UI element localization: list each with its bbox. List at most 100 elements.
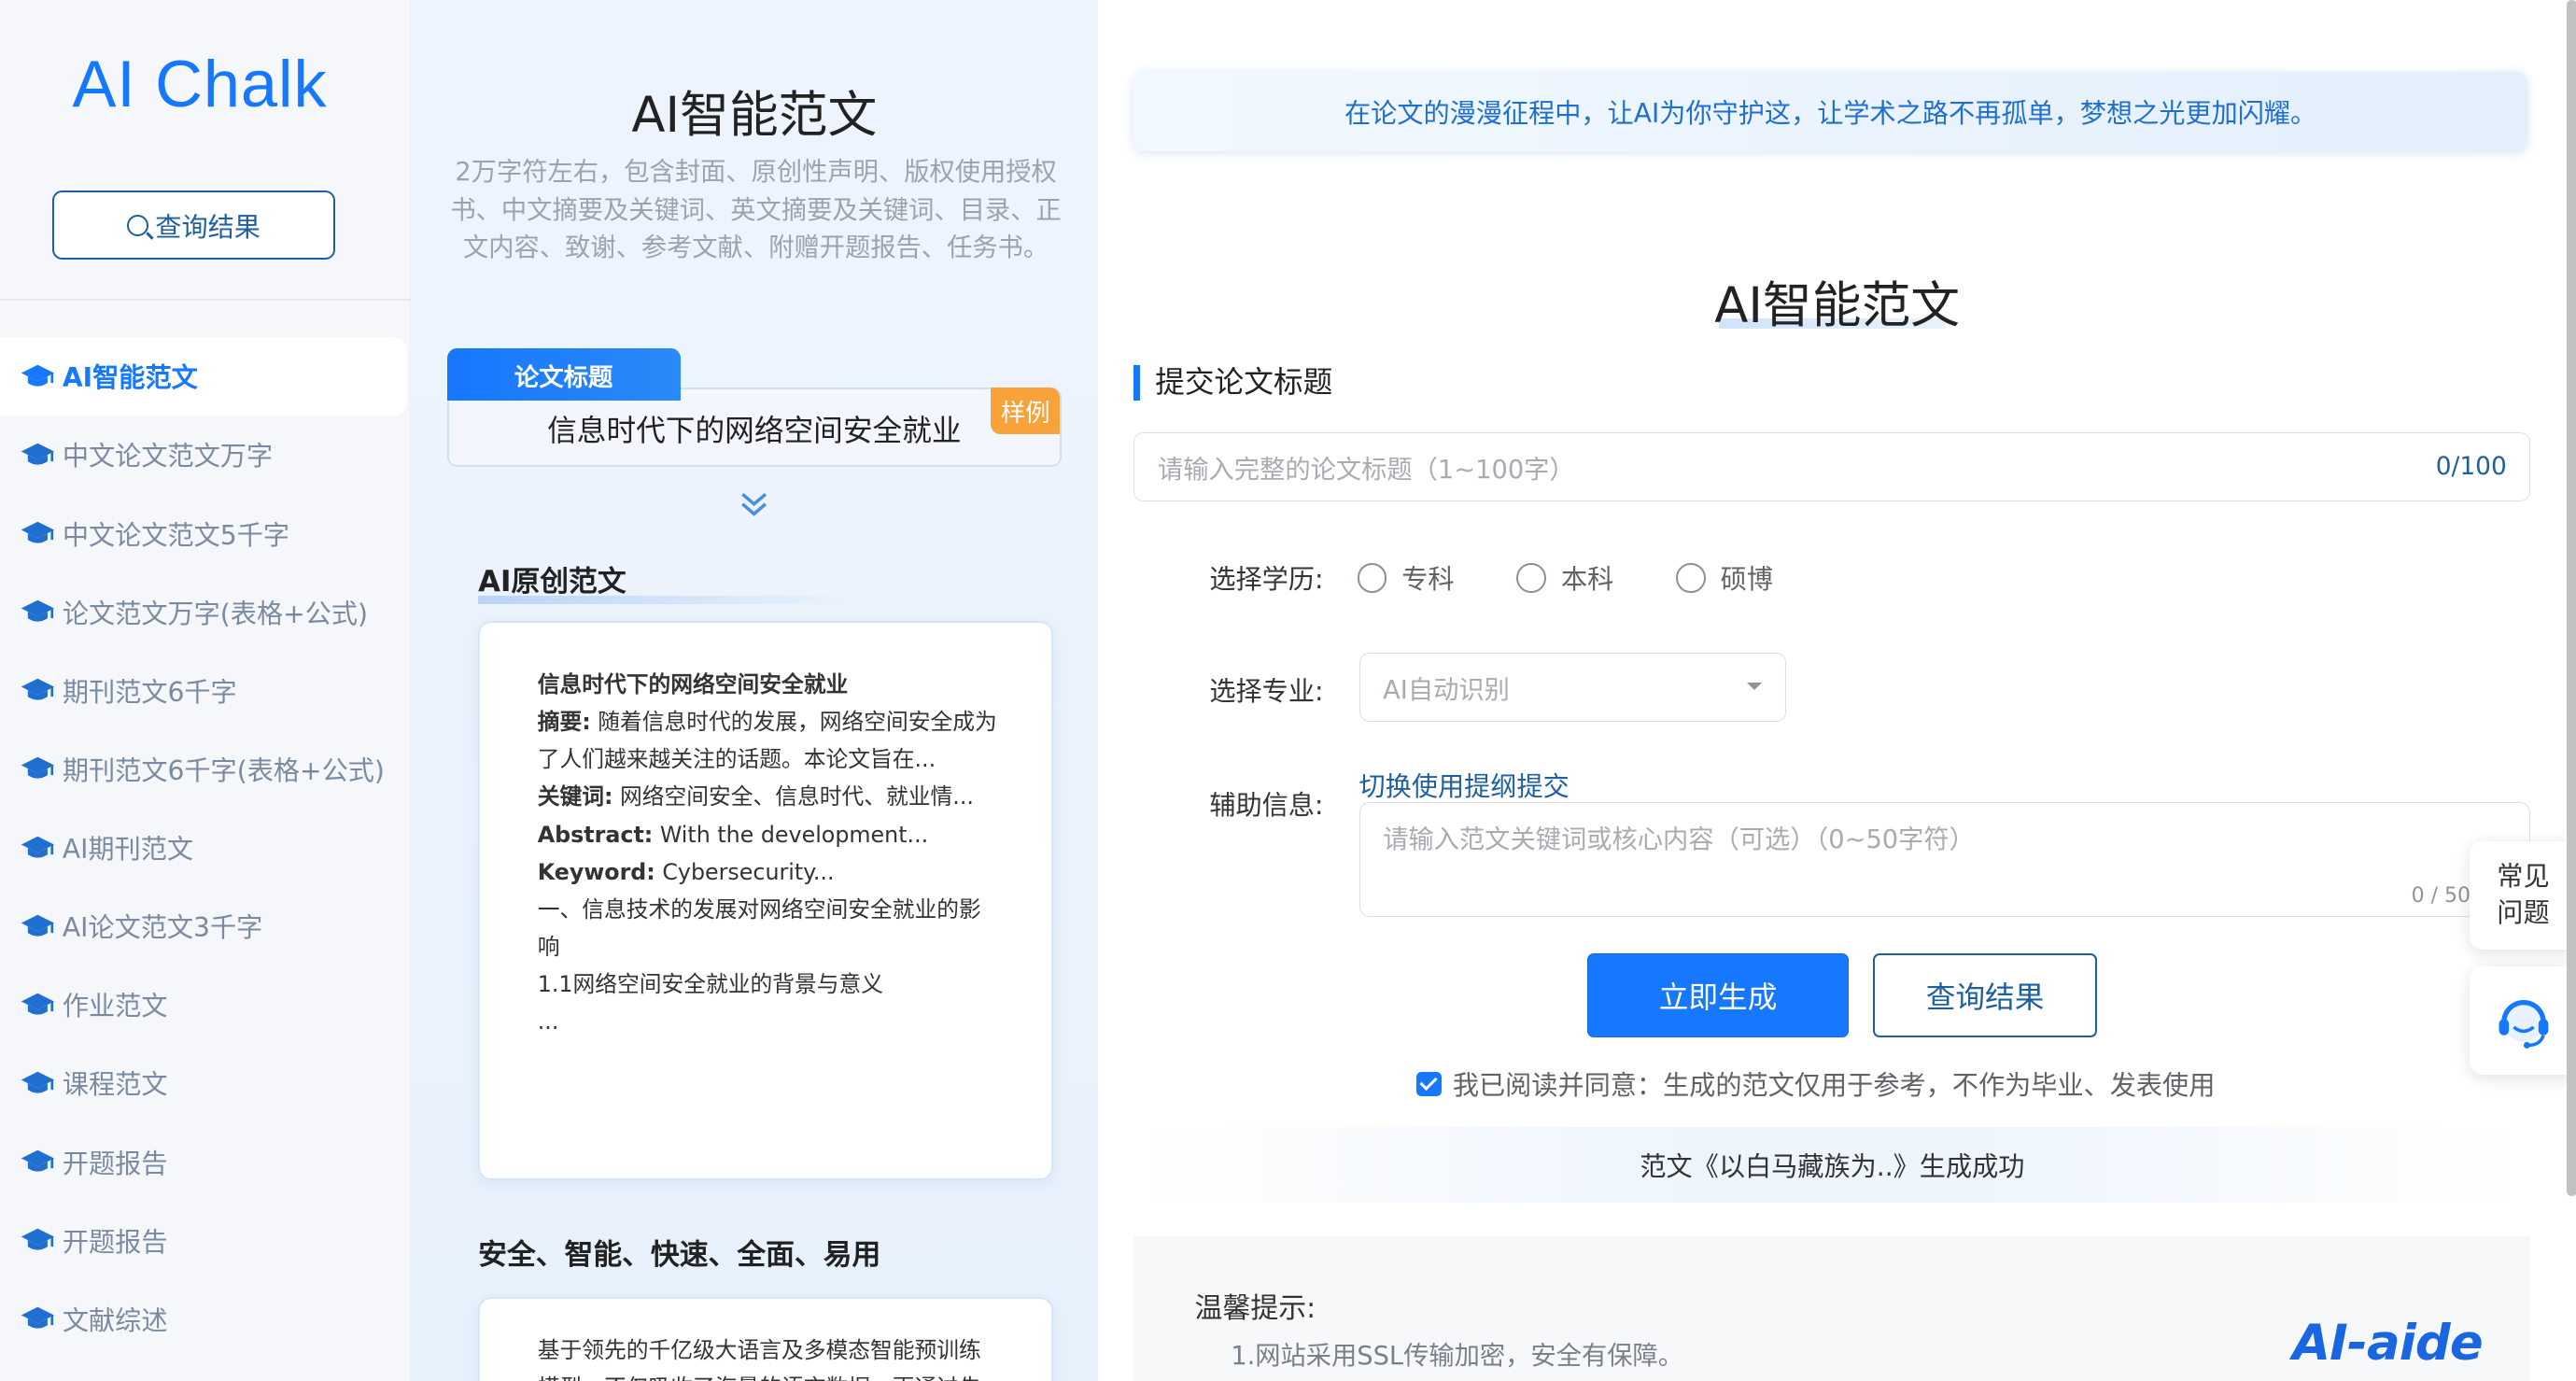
sidebar-item[interactable]: AI论文范文3千字: [0, 887, 411, 965]
brand-logo: AI-aide: [2292, 1315, 2483, 1372]
tips-item: 1.网站采用SSL传输加密，安全有保障。: [1231, 1342, 1684, 1372]
graduation-cap-icon: [21, 521, 55, 543]
switch-outline-link[interactable]: 切换使用提纲提交: [1359, 766, 1570, 804]
banner: 在论文的漫漫征程中，让AI为你守护这，让学术之路不再孤单，梦想之光更加闪耀。: [1133, 72, 2527, 151]
sidebar-query-label: 查询结果: [155, 211, 260, 243]
sidebar-item[interactable]: 中文论文范文万字: [0, 416, 411, 494]
customer-service-button[interactable]: [2470, 965, 2576, 1076]
section-title-original: AI原创范文: [478, 557, 856, 604]
sidebar-item[interactable]: 文献综述: [0, 1279, 411, 1358]
graduation-cap-icon: [21, 914, 55, 937]
sidebar-item-label: 文献综述: [62, 1304, 168, 1336]
aux-textarea-placeholder: 请输入范文关键词或核心内容（可选）（0~50字符）: [1383, 824, 1975, 854]
agreement: 我已阅读并同意：生成的范文仅用于参考，不作为毕业、发表使用: [1416, 1064, 2215, 1103]
sample-title: 信息时代下的网络空间安全就业: [537, 671, 849, 698]
topic-text: 信息时代下的网络空间安全就业: [547, 415, 962, 449]
sidebar-item[interactable]: 开题报告: [0, 1201, 411, 1279]
major-select[interactable]: AI自动识别: [1358, 652, 1787, 722]
main-form: 在论文的漫漫征程中，让AI为你守护这，让学术之路不再孤单，梦想之光更加闪耀。 A…: [1097, 0, 2576, 1381]
sidebar-item[interactable]: 中文论文范文5千字: [0, 494, 411, 572]
sidebar-item[interactable]: 期刊范文6千字: [0, 651, 411, 729]
sidebar-item-label: 期刊范文6千字: [62, 676, 237, 708]
chevron-down-icon: [741, 493, 767, 517]
sample-card: 信息时代下的网络空间安全就业 摘要: 随着信息时代的发展，网络空间安全成为了人们…: [478, 621, 1054, 1180]
graduation-cap-icon: [21, 1228, 55, 1250]
query-result-button[interactable]: 查询结果: [1873, 952, 2097, 1037]
education-radio-group: 专科 本科 硕博: [1357, 558, 1836, 597]
education-radio-label: 专科: [1401, 564, 1455, 596]
sidebar-query-button[interactable]: 查询结果: [52, 190, 336, 261]
graduation-cap-icon: [21, 1071, 55, 1093]
sample-keyword-en: Keyword: Cybersecurity...: [537, 858, 835, 885]
divider: [0, 299, 411, 302]
aux-textarea-counter: 0 / 50: [2411, 884, 2471, 909]
logo: AI Chalk: [72, 47, 328, 121]
aux-label: 辅助信息:: [1209, 789, 1324, 821]
graduation-cap-icon: [21, 364, 55, 387]
graduation-cap-icon: [21, 757, 55, 780]
aux-textarea[interactable]: 请输入范文关键词或核心内容（可选）（0~50字符） 0 / 50: [1358, 801, 2531, 918]
sidebar-item-label: 中文论文范文5千字: [62, 519, 290, 551]
sample-abstract-en: Abstract: With the development...: [537, 821, 929, 848]
success-notice: 范文《以白马藏族为..》生成成功: [1133, 1127, 2531, 1204]
intro-panel: AI智能范文 2万字符左右，包含封面、原创性声明、版权使用授权书、中文摘要及关键…: [411, 0, 1098, 1381]
section-subtitle: 提交论文标题: [1133, 364, 1332, 402]
sample-abstract: 摘要: 随着信息时代的发展，网络空间安全成为了人们越来越关注的话题。本论文旨在.…: [537, 709, 997, 773]
caret-down-icon: [1747, 683, 1763, 690]
generate-button[interactable]: 立即生成: [1587, 952, 1849, 1037]
graduation-cap-icon: [21, 1307, 55, 1329]
sidebar-item[interactable]: 论文范文万字(表格+公式): [0, 572, 411, 651]
faq-float-button[interactable]: 常见 问题: [2470, 841, 2576, 951]
search-icon: [127, 214, 149, 236]
radio-circle-icon: [1676, 563, 1706, 593]
radio-circle-icon: [1357, 563, 1387, 593]
graduation-cap-icon: [21, 443, 55, 465]
faq-line-1: 常见: [2497, 861, 2550, 893]
sidebar-item[interactable]: 开题报告: [0, 1122, 411, 1201]
sidebar-item[interactable]: AI期刊范文: [0, 809, 411, 887]
agree-text: 我已阅读并同意：生成的范文仅用于参考，不作为毕业、发表使用: [1452, 1070, 2216, 1102]
agree-checkbox[interactable]: [1416, 1071, 1442, 1097]
feature-card: 基于领先的千亿级大语言及多模态智能预训练模型，不仅吸收了海量的语言数据，更通过先: [478, 1296, 1054, 1381]
education-radio[interactable]: 硕博: [1676, 558, 1773, 597]
sidebar-item[interactable]: 期刊范文6千字(表格+公式): [0, 729, 411, 808]
sample-badge: 样例: [991, 388, 1061, 434]
intro-description: 2万字符左右，包含封面、原创性声明、版权使用授权书、中文摘要及关键词、英文摘要及…: [450, 158, 1062, 263]
intro-title: AI智能范文: [631, 86, 878, 144]
sample-heading-1: 一、信息技术的发展对网络空间安全就业的影响: [537, 895, 981, 960]
sidebar-item-label: 课程范文: [62, 1069, 168, 1101]
education-radio[interactable]: 本科: [1516, 558, 1613, 597]
scrollbar[interactable]: [2567, 0, 2576, 1197]
title-input-placeholder: 请输入完整的论文标题（1~100字）: [1158, 455, 1575, 485]
sidebar-item-label: 开题报告: [62, 1226, 168, 1258]
title-input[interactable]: 请输入完整的论文标题（1~100字） 0/100: [1133, 431, 2531, 501]
sample-ellipsis: ...: [537, 1008, 559, 1036]
major-label: 选择专业:: [1209, 676, 1324, 708]
graduation-cap-icon: [21, 836, 55, 858]
page-title: AI智能范文: [1714, 277, 1961, 335]
tips-title: 温馨提示:: [1194, 1292, 1316, 1326]
sidebar-item-label: 论文范文万字(表格+公式): [62, 598, 368, 629]
sidebar-item-label: AI智能范文: [62, 362, 198, 394]
education-radio-label: 硕博: [1720, 564, 1773, 596]
graduation-cap-icon: [21, 993, 55, 1015]
graduation-cap-icon: [21, 1149, 55, 1172]
graduation-cap-icon: [21, 599, 55, 622]
topic-tag: 论文标题: [446, 348, 681, 402]
education-radio-label: 本科: [1560, 564, 1614, 596]
radio-circle-icon: [1516, 563, 1547, 593]
sidebar-item[interactable]: 作业范文: [0, 965, 411, 1044]
section-title-features: 安全、智能、快速、全面、易用: [478, 1238, 881, 1273]
sample-heading-2: 1.1网络空间安全就业的背景与意义: [537, 971, 884, 998]
sidebar-item[interactable]: AI智能范文: [0, 336, 408, 416]
education-label: 选择学历:: [1209, 564, 1324, 596]
sidebar-item[interactable]: 课程范文: [0, 1044, 411, 1122]
sidebar-item-label: 中文论文范文万字: [62, 441, 274, 472]
sample-keywords: 关键词: 网络空间安全、信息时代、就业情...: [537, 783, 974, 810]
sidebar-item-label: 期刊范文6千字(表格+公式): [62, 754, 385, 786]
feature-card-text: 基于领先的千亿级大语言及多模态智能预训练模型，不仅吸收了海量的语言数据，更通过先: [537, 1336, 981, 1381]
education-radio[interactable]: 专科: [1357, 558, 1455, 597]
sidebar-item-label: 作业范文: [62, 991, 168, 1022]
sidebar-item-label: AI期刊范文: [62, 834, 194, 866]
graduation-cap-icon: [21, 679, 55, 700]
